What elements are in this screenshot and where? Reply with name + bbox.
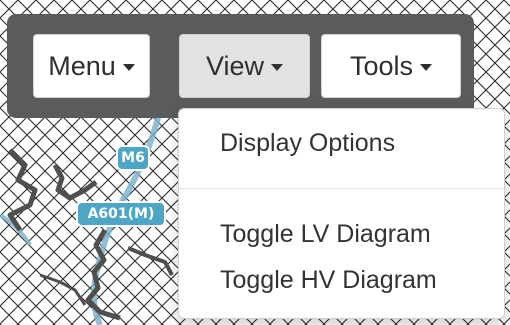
menu-item-display-options[interactable]: Display Options	[179, 121, 504, 165]
menu-divider	[179, 188, 504, 189]
map-toolbar: Menu View Tools	[7, 14, 474, 118]
road-label-a601m: A601(M)	[78, 203, 164, 225]
menu-item-toggle-lv-diagram[interactable]: Toggle LV Diagram	[179, 212, 504, 256]
view-button[interactable]: View	[179, 34, 310, 98]
tools-button[interactable]: Tools	[321, 34, 461, 98]
caret-down-icon	[420, 64, 433, 71]
caret-down-icon	[271, 64, 284, 71]
view-button-label: View	[205, 50, 265, 81]
menu-button[interactable]: Menu	[33, 34, 150, 98]
menu-item-toggle-hv-diagram[interactable]: Toggle HV Diagram	[179, 258, 504, 302]
menu-button-label: Menu	[48, 50, 116, 81]
road-label-m6: M6	[118, 147, 148, 169]
tools-button-label: Tools	[349, 50, 414, 81]
caret-down-icon	[122, 64, 135, 71]
view-dropdown-menu: Display Options Toggle LV Diagram Toggle…	[178, 108, 505, 319]
